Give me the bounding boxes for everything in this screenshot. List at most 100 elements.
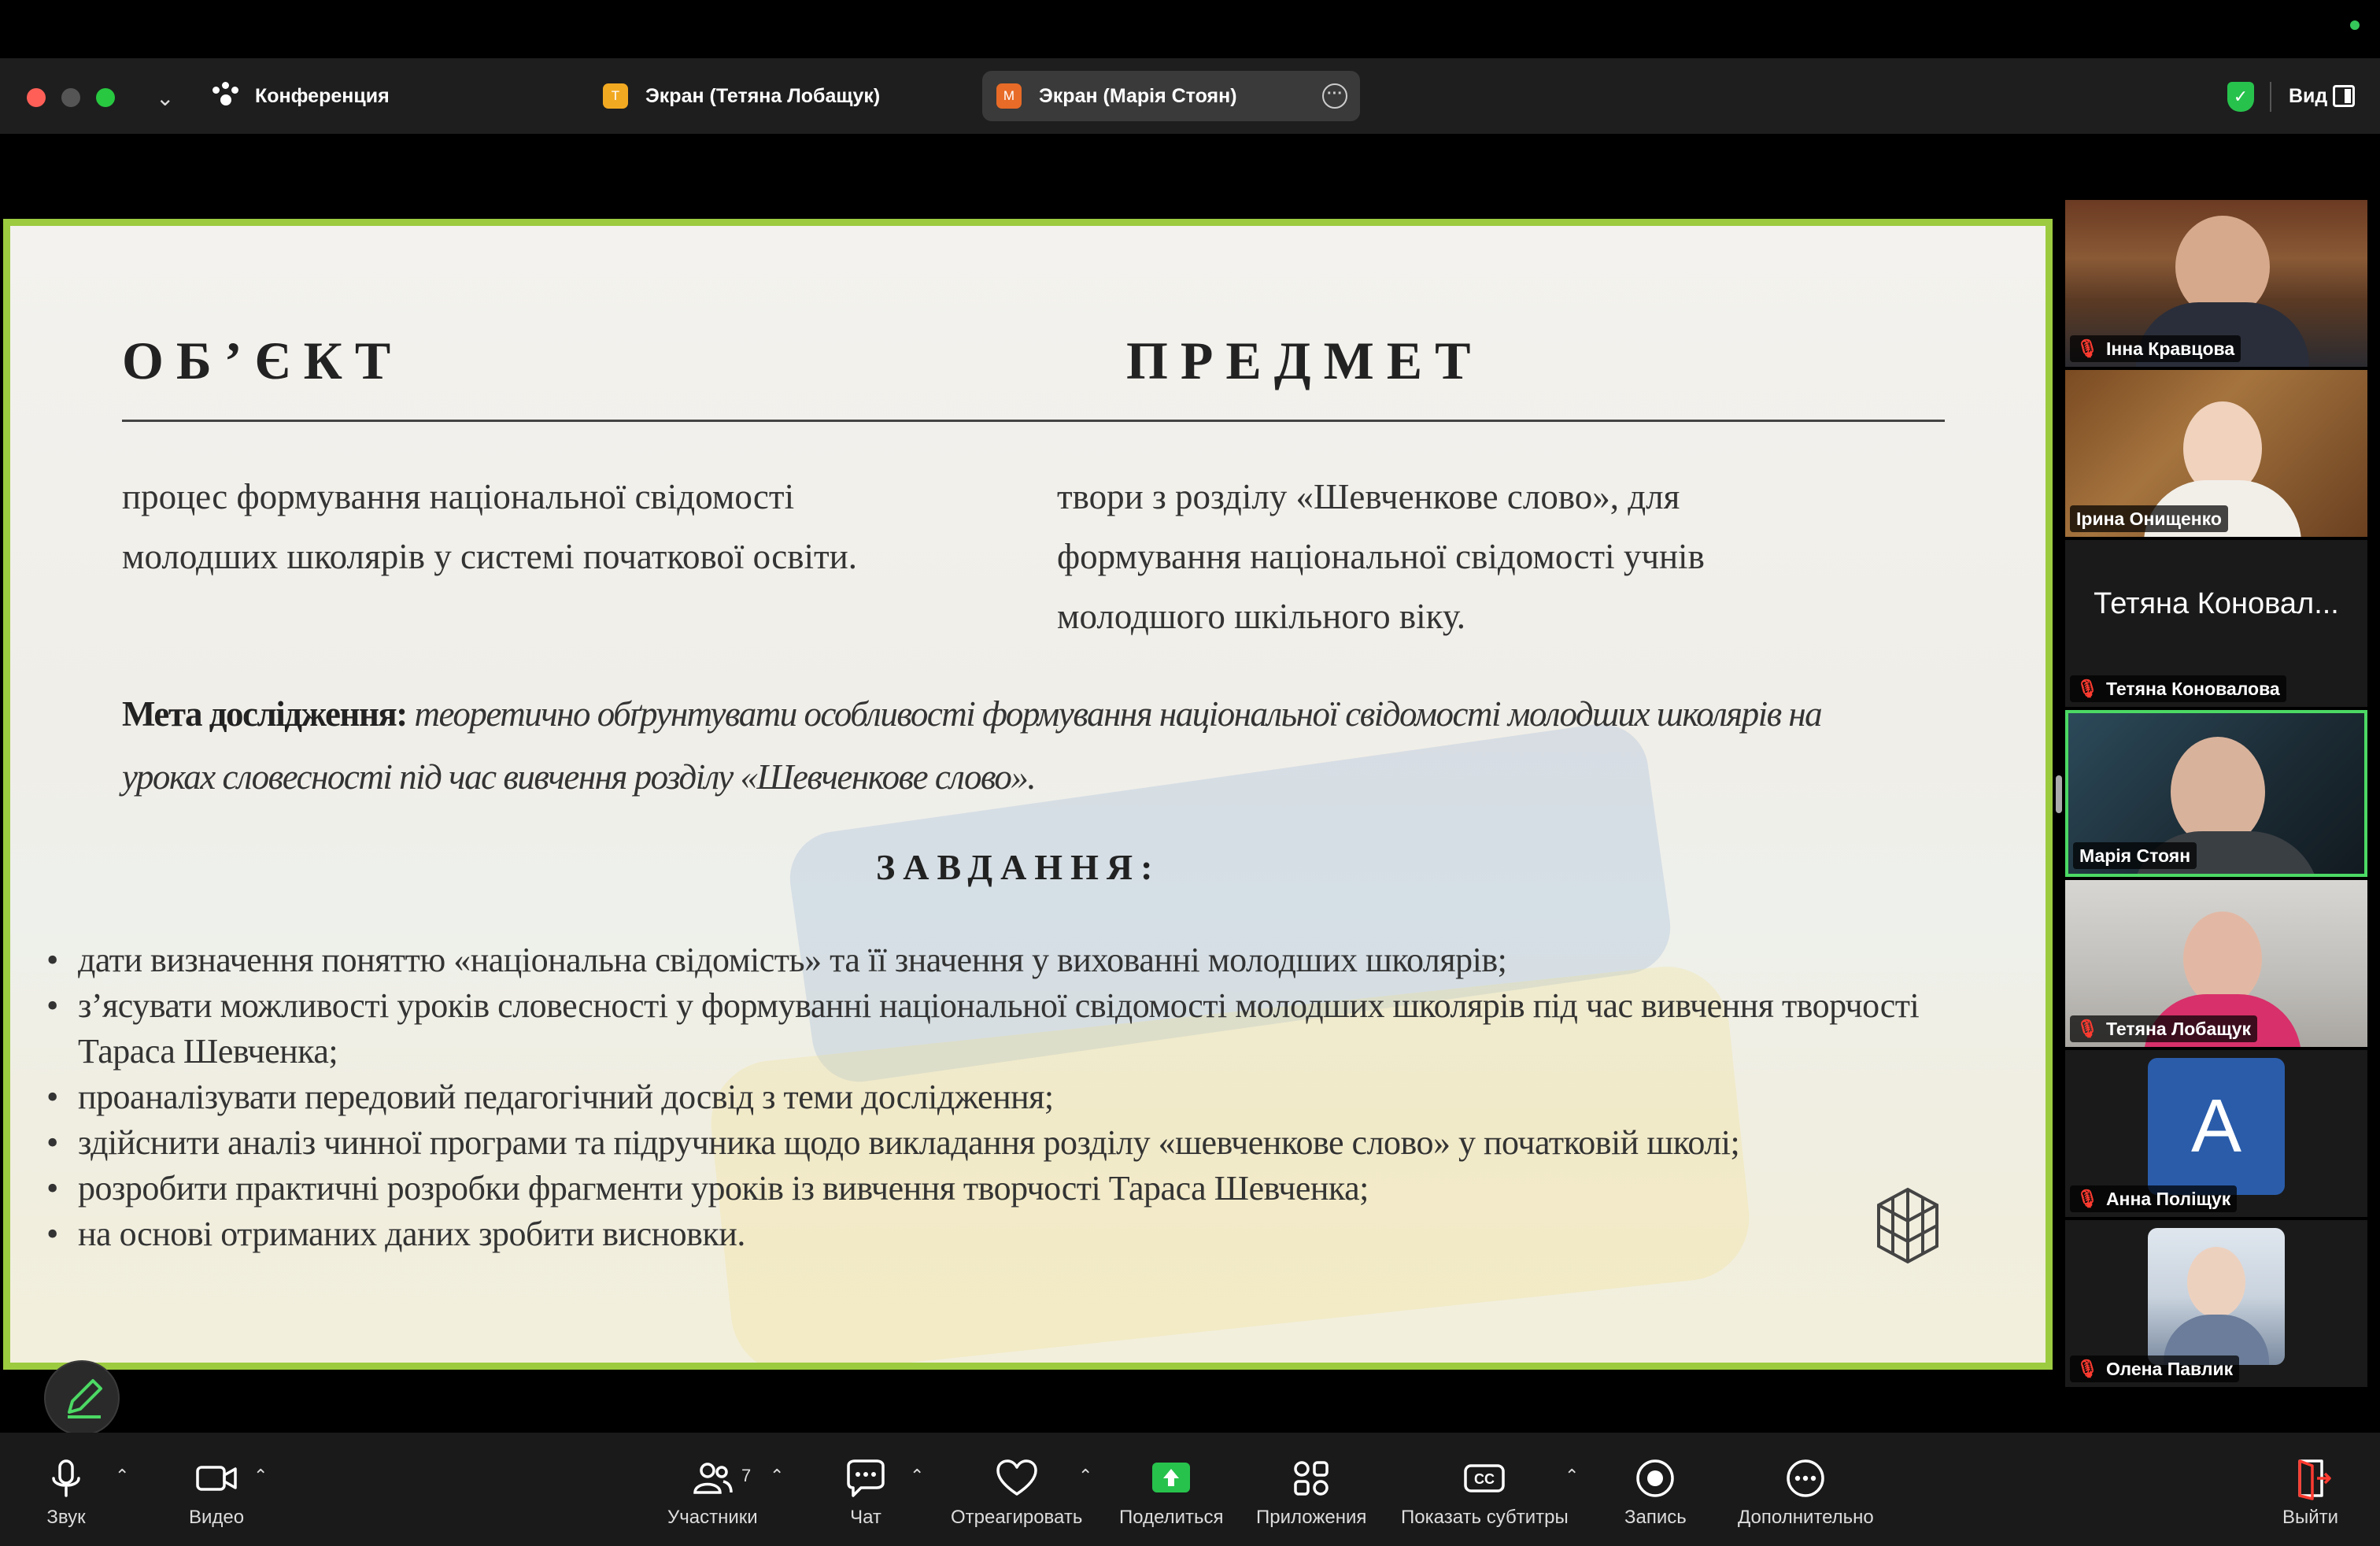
captions-button[interactable]: CC Показать субтитры — [1401, 1456, 1569, 1529]
tab-screen-stoian[interactable]: М Экран (Марія Стоян) ··· — [982, 71, 1360, 121]
status-dot — [2350, 20, 2360, 30]
react-options-caret-icon[interactable]: ⌃ — [1078, 1466, 1092, 1486]
maximize-window-button[interactable] — [96, 88, 115, 107]
divider — [122, 420, 1945, 422]
apps-label: Приложения — [1256, 1507, 1367, 1528]
list-item: з’ясувати можливості уроків словесності … — [40, 983, 1976, 1074]
microphone-icon — [52, 1459, 80, 1497]
participant-name: Інна Кравцова — [2105, 338, 2235, 359]
participant-name-tag: 🎙 Інна Кравцова — [2070, 335, 2241, 362]
apps-button[interactable]: Приложения — [1256, 1456, 1366, 1529]
chat-label: Чат — [850, 1507, 881, 1528]
participants-label: Участники — [667, 1507, 758, 1528]
participants-icon — [693, 1463, 734, 1494]
annotate-button[interactable] — [44, 1360, 120, 1436]
tab-screen-lobashchuk[interactable]: Т Экран (Тетяна Лобащук) — [603, 71, 880, 121]
participant-name: Марія Стоян — [2079, 845, 2191, 866]
chat-options-caret-icon[interactable]: ⌃ — [910, 1466, 924, 1486]
record-button[interactable]: Запись — [1624, 1456, 1687, 1529]
subject-line: твори з розділу «Шевченкове слово», для — [1057, 477, 1680, 516]
avatar-face — [2187, 1247, 2245, 1318]
more-options-icon — [1787, 1459, 1825, 1497]
participant-tile[interactable]: 🎙 Олена Павлик — [2065, 1220, 2367, 1387]
participant-name-tag: Ірина Онищенко — [2070, 505, 2228, 532]
more-button[interactable]: Дополнительно — [1738, 1456, 1874, 1529]
more-label: Дополнительно — [1738, 1507, 1874, 1528]
subject-text: твори з розділу «Шевченкове слово», для … — [1057, 467, 1705, 646]
subject-line: формування національної свідомості учнів — [1057, 537, 1705, 576]
participants-options-caret-icon[interactable]: ⌃ — [770, 1466, 784, 1486]
tab-conference[interactable]: Конференция — [211, 71, 390, 121]
participant-tile[interactable]: 🎙 Інна Кравцова — [2065, 200, 2367, 367]
chevron-down-icon[interactable]: ⌄ — [156, 85, 174, 111]
leave-label: Выйти — [2282, 1507, 2339, 1528]
meeting-titlebar: ⌄ Конференция Т Экран (Тетяна Лобащук) М… — [0, 58, 2380, 134]
leave-meeting-button[interactable]: Выйти — [2282, 1456, 2338, 1529]
participant-name-tag: 🎙 Олена Павлик — [2070, 1356, 2240, 1382]
react-button[interactable]: Отреагировать — [951, 1456, 1082, 1529]
participant-name: Тетяна Лобащук — [2105, 1018, 2251, 1039]
participant-tile[interactable]: A 🎙 Анна Поліщук — [2065, 1050, 2367, 1217]
object-heading: ОБ’ЄКТ — [122, 331, 404, 390]
view-layout-icon[interactable] — [2333, 85, 2355, 107]
captions-label: Показать субтитры — [1401, 1507, 1569, 1528]
security-shield-icon[interactable]: ✓ — [2227, 82, 2254, 112]
share-screen-button[interactable]: Поделиться — [1119, 1456, 1224, 1529]
list-item: дати визначення поняттю «національна сві… — [40, 938, 1976, 983]
participant-name: Ірина Онищенко — [2076, 508, 2222, 529]
participant-tile[interactable]: 🎙 Тетяна Лобащук — [2065, 880, 2367, 1047]
chat-button[interactable]: Чат — [844, 1456, 888, 1529]
list-item: на основі отриманих даних зробити виснов… — [40, 1211, 1976, 1257]
svg-text:CC: CC — [1474, 1471, 1495, 1487]
share-screen-icon — [1152, 1463, 1191, 1492]
tab-conference-label: Конференция — [255, 84, 390, 107]
view-label[interactable]: Вид — [2289, 85, 2327, 108]
tasks-heading: ЗАВДАННЯ: — [876, 847, 1161, 887]
close-window-button[interactable] — [27, 88, 46, 107]
os-menu-bar — [0, 0, 2380, 58]
more-options-icon[interactable]: ··· — [1322, 83, 1347, 109]
record-icon — [1636, 1459, 1675, 1497]
participant-name: Анна Поліщук — [2105, 1188, 2231, 1209]
list-item: розробити практичні розробки фрагменти у… — [40, 1166, 1976, 1211]
video-button[interactable]: Видео — [189, 1456, 244, 1529]
leave-icon — [2297, 1459, 2331, 1500]
slide-logo-icon — [1877, 1187, 1938, 1264]
video-options-caret-icon[interactable]: ⌃ — [253, 1466, 268, 1486]
meeting-toolbar: Звук ⌃ Видео ⌃ Участники 7 ⌃ Чат ⌃ Отреа… — [0, 1433, 2380, 1546]
heart-icon — [996, 1459, 1037, 1496]
tasks-list: дати визначення поняттю «національна сві… — [40, 938, 1976, 1257]
tab-label: Экран (Марія Стоян) — [1039, 84, 1237, 107]
minimize-window-button[interactable] — [61, 88, 80, 107]
subject-line: молодшого шкільного віку. — [1057, 597, 1466, 636]
participant-name-tag: 🎙 Анна Поліщук — [2070, 1185, 2238, 1212]
goal-label: Мета дослідження: — [122, 694, 408, 734]
audio-button[interactable]: Звук — [44, 1456, 88, 1529]
tab-badge: М — [996, 83, 1022, 109]
participant-name: Тетяна Коновалова — [2105, 678, 2280, 699]
pencil-icon — [68, 1379, 102, 1418]
audio-label: Звук — [46, 1507, 86, 1528]
participant-name-tag: 🎙 Тетяна Лобащук — [2070, 1015, 2257, 1042]
audio-options-caret-icon[interactable]: ⌃ — [115, 1466, 129, 1486]
participant-name-tag: Марія Стоян — [2073, 842, 2197, 869]
object-line: процес формування національної свідомост… — [122, 477, 795, 516]
muted-mic-icon: 🎙 — [2076, 1359, 2098, 1378]
research-goal: Мета дослідження: теоретично обґрунтуват… — [122, 682, 1853, 808]
participant-display-name: Тетяна Коновал... — [2094, 587, 2339, 620]
participant-tile[interactable]: Ірина Онищенко — [2065, 370, 2367, 537]
participant-name-tag: 🎙 Тетяна Коновалова — [2070, 675, 2286, 702]
gallery-resize-handle[interactable] — [2056, 775, 2062, 813]
muted-mic-icon: 🎙 — [2076, 1189, 2098, 1208]
video-label: Видео — [189, 1507, 245, 1528]
closed-captions-icon: CC — [1464, 1464, 1506, 1492]
captions-options-caret-icon[interactable]: ⌃ — [1565, 1466, 1579, 1486]
muted-mic-icon: 🎙 — [2076, 1019, 2098, 1038]
muted-mic-icon: 🎙 — [2076, 679, 2098, 698]
subject-heading: ПРЕДМЕТ — [1126, 331, 1484, 390]
avatar: A — [2148, 1058, 2285, 1195]
participant-tile[interactable]: Тетяна Коновал... 🎙 Тетяна Коновалова — [2065, 540, 2367, 707]
participant-tile-active-speaker[interactable]: Марія Стоян — [2065, 710, 2367, 877]
participant-video — [2171, 737, 2265, 847]
divider — [2270, 82, 2271, 112]
